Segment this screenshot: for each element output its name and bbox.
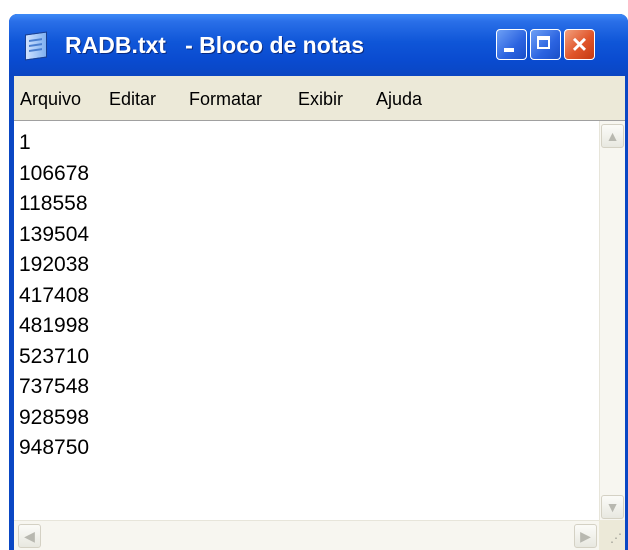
chevron-down-icon: ▼ <box>605 499 620 515</box>
menu-exibir[interactable]: Exibir <box>298 89 343 110</box>
minimize-button[interactable] <box>496 29 527 60</box>
notepad-icon[interactable] <box>25 31 47 61</box>
text-line: 523710 <box>19 344 90 368</box>
text-line: 928598 <box>19 405 90 429</box>
vertical-scrollbar[interactable]: ▲ ▼ <box>599 121 625 521</box>
window-title: RADB.txt - Bloco de notas <box>65 32 365 58</box>
text-line: 417408 <box>19 283 90 307</box>
text-line: 948750 <box>19 436 90 459</box>
maximize-button[interactable] <box>530 29 561 60</box>
menu-bar: Arquivo Editar Formatar Exibir Ajuda <box>14 76 625 120</box>
chevron-left-icon: ◀ <box>24 528 35 544</box>
text-line: 737548 <box>19 375 90 398</box>
close-icon: × <box>571 29 588 59</box>
menu-editar[interactable]: Editar <box>109 89 156 110</box>
menu-ajuda[interactable]: Ajuda <box>376 89 422 110</box>
scroll-left-button[interactable]: ◀ <box>18 524 41 548</box>
text-line: 481998 <box>19 314 90 337</box>
text-line: 118558 <box>19 192 88 215</box>
editor-area[interactable]: 1 106678 118558 139504 192038 417408 481… <box>14 120 625 550</box>
menu-formatar[interactable]: Formatar <box>189 89 262 110</box>
close-button[interactable]: × <box>564 29 595 60</box>
horizontal-scrollbar[interactable]: ◀ ▶ <box>14 520 599 550</box>
scroll-down-button[interactable]: ▼ <box>601 495 624 519</box>
text-line: 192038 <box>19 253 90 276</box>
notepad-window: RADB.txt - Bloco de notas × Arquivo Edit… <box>9 14 628 550</box>
resize-grip[interactable]: ⋰ <box>599 520 625 550</box>
chevron-right-icon: ▶ <box>580 528 591 544</box>
text-line: 1 <box>19 131 31 154</box>
menu-arquivo[interactable]: Arquivo <box>20 89 81 110</box>
scroll-up-button[interactable]: ▲ <box>601 124 624 148</box>
resize-grip-icon: ⋰ <box>610 531 622 545</box>
text-line: 139504 <box>19 222 90 246</box>
scroll-right-button[interactable]: ▶ <box>574 524 597 548</box>
title-bar[interactable]: RADB.txt - Bloco de notas × <box>9 14 628 76</box>
text-content[interactable]: 1 106678 118558 139504 192038 417408 481… <box>19 128 89 464</box>
chevron-up-icon: ▲ <box>605 128 620 144</box>
text-line: 106678 <box>19 161 90 185</box>
